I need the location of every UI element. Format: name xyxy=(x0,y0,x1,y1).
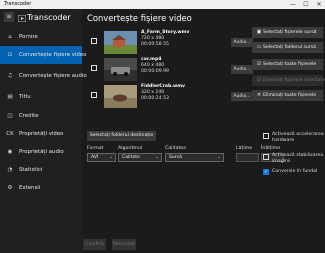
sidebar-item-label: Proprietăți audio xyxy=(19,149,64,155)
file-add-icon: ▣ xyxy=(256,29,262,35)
app-logo-icon xyxy=(18,15,26,22)
image-stabilization-checkbox[interactable] xyxy=(263,154,269,160)
minimize-icon[interactable]: — xyxy=(287,0,299,9)
sidebar-item-audio-properties[interactable]: ◉ Proprietăți audio xyxy=(0,143,82,161)
sidebar-item-label: Convertește fișiere audio xyxy=(19,73,87,79)
width-input[interactable] xyxy=(236,153,259,162)
home-icon: ⌂ xyxy=(8,34,12,40)
title-icon: ▤ xyxy=(7,94,13,100)
file-info: FiddlerCrab.wmv 320 x 240 00:00:24.53 xyxy=(141,84,185,102)
video-icon: ⊡ xyxy=(7,52,13,58)
button-label: Eliminați fișierele selectate xyxy=(263,78,325,83)
hardware-acceleration-checkbox[interactable] xyxy=(263,133,269,139)
width-label: Lățime xyxy=(236,146,253,151)
button-label: Eliminați toate fișierele xyxy=(263,93,317,98)
folder-icon: ▭ xyxy=(256,44,262,50)
sidebar-item-label: Titlu xyxy=(19,94,31,100)
remove-all-icon: ✕ xyxy=(256,92,262,98)
file-checkbox[interactable] xyxy=(91,65,97,71)
page-title: Convertește fișiere video xyxy=(87,13,192,23)
button-label: Selectați fișierele sursă xyxy=(263,30,317,35)
extensions-icon: ⚙ xyxy=(7,185,13,191)
audio-button[interactable]: Audio... xyxy=(231,38,253,47)
file-add-button[interactable]: ▣ Selectați fișierele sursă xyxy=(252,27,323,38)
select-all-button[interactable]: ☑ Selectați toate fișierele xyxy=(252,59,323,70)
format-value: AVI xyxy=(91,155,99,160)
window-title: Transcoder xyxy=(4,1,32,7)
format-label: Format xyxy=(87,146,104,151)
algorithm-select[interactable]: Calitate ⌄ xyxy=(118,153,162,162)
file-list-item[interactable]: FiddlerCrab.wmv 320 x 240 00:00:24.53 Au… xyxy=(91,84,256,108)
sidebar-item-home[interactable]: ⌂ Pornire xyxy=(0,28,82,46)
file-list-item[interactable]: car.mp4 640 x 480 00:00:09.99 Audio... xyxy=(91,57,256,81)
chevron-down-icon: ⌄ xyxy=(155,155,159,160)
app-name: Transcoder xyxy=(27,13,71,22)
maximize-icon[interactable]: ☐ xyxy=(300,0,312,9)
height-label: Înălțime xyxy=(261,146,281,151)
video-thumbnail xyxy=(104,58,137,81)
sidebar-item-label: Extensii xyxy=(19,185,41,191)
sidebar-item-statistics[interactable]: ◔ Statistici xyxy=(0,161,82,179)
video-thumbnail xyxy=(104,31,137,54)
file-checkbox[interactable] xyxy=(91,38,97,44)
audio-icon: ♫ xyxy=(7,73,13,79)
button-label: Selectați toate fișierele xyxy=(263,62,317,67)
hardware-acceleration-label: Activează accelerarea hardware xyxy=(272,132,324,143)
select-destination-folder-button[interactable]: Selectați folderul destinație xyxy=(87,131,156,141)
file-duration: 00:00:58.55 xyxy=(141,42,169,47)
cancel-button[interactable]: Renunțați xyxy=(112,239,136,250)
sidebar-item-label: Credite xyxy=(19,113,39,119)
image-stabilization-label: Activează stabilizarea imaginii xyxy=(272,153,324,164)
sidebar-item-label: Proprietăți video xyxy=(19,131,64,137)
video-thumbnail xyxy=(104,85,137,108)
select-all-icon: ☑ xyxy=(256,61,262,67)
sidebar-item-label: Convertește fișiere video xyxy=(19,52,87,58)
file-duration: 00:00:09.99 xyxy=(141,69,169,74)
remove-selected-icon: ⊟ xyxy=(256,77,262,83)
algorithm-value: Calitate xyxy=(122,155,140,160)
sidebar-item-title[interactable]: ▤ Titlu xyxy=(0,88,82,106)
sidebar-item-video[interactable]: ⊡ Convertește fișiere video xyxy=(0,46,86,64)
chevron-down-icon: ⌄ xyxy=(217,155,221,160)
title-bar: Transcoder — ☐ ✕ xyxy=(0,0,325,9)
remove-all-button[interactable]: ✕ Eliminați toate fișierele xyxy=(252,90,323,101)
file-duration: 00:00:24.53 xyxy=(141,96,169,101)
file-checkbox[interactable] xyxy=(91,92,97,98)
chevron-down-icon: ⌄ xyxy=(109,155,113,160)
hamburger-menu-icon[interactable]: ≡ xyxy=(4,12,14,22)
remove-selected-button[interactable]: ⊟ Eliminați fișierele selectate xyxy=(252,75,325,86)
sidebar-item-audio[interactable]: ♫ Convertește fișiere audio xyxy=(0,67,87,85)
audio-button[interactable]: Audio... xyxy=(231,65,253,74)
background-conversion-checkbox[interactable]: ✓ xyxy=(263,169,269,175)
app-window: Transcoder — ☐ ✕ ≡ Transcoder ⌂ Pornire ⊡ C… xyxy=(0,0,325,253)
button-label: Selectați folderul sursă xyxy=(263,45,316,50)
file-info: A_Farm_Story.wmv 720 x 480 00:00:58.55 xyxy=(141,30,189,48)
file-list-item[interactable]: A_Farm_Story.wmv 720 x 480 00:00:58.55 A… xyxy=(91,30,256,54)
statistics-icon: ◔ xyxy=(7,167,13,173)
sidebar: ≡ Transcoder ⌂ Pornire ⊡ Convertește fișier… xyxy=(0,9,87,253)
background-conversion-label: Conversie în fundal xyxy=(272,169,318,174)
quality-label: Calitatea xyxy=(165,146,187,151)
sidebar-item-label: Pornire xyxy=(19,34,38,40)
main-panel: Convertește fișiere video A_Farm_Story.w… xyxy=(82,9,325,253)
file-info: car.mp4 640 x 480 00:00:09.99 xyxy=(141,57,169,75)
sidebar-item-extensions[interactable]: ⚙ Extensii xyxy=(0,179,82,197)
sidebar-item-label: Statistici xyxy=(19,167,43,173)
audio-properties-icon: ◉ xyxy=(7,149,13,155)
encode-button[interactable]: Codifică xyxy=(83,239,106,250)
folder-button[interactable]: ▭ Selectați folderul sursă xyxy=(252,42,323,53)
video-properties-icon: CK xyxy=(6,131,14,137)
close-icon[interactable]: ✕ xyxy=(313,0,325,9)
credits-icon: ◫ xyxy=(7,113,13,119)
sidebar-item-video-properties[interactable]: CK Proprietăți video xyxy=(0,125,82,143)
quality-value: Sursă xyxy=(169,155,182,160)
sidebar-item-credits[interactable]: ◫ Credite xyxy=(0,107,82,125)
audio-button[interactable]: Audio... xyxy=(231,92,253,101)
algorithm-label: Algoritmul xyxy=(118,146,143,151)
format-select[interactable]: AVI ⌄ xyxy=(87,153,116,162)
quality-select[interactable]: Sursă ⌄ xyxy=(165,153,224,162)
